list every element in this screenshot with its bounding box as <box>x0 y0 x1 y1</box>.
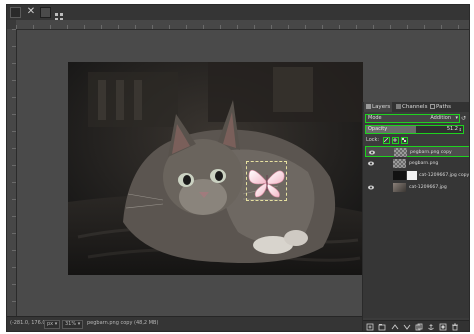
ruler-corner[interactable] <box>7 20 16 29</box>
opacity-value: 51.2 <box>446 126 458 132</box>
layer-thumbnail <box>393 183 406 192</box>
layer-row-cat[interactable]: cat-1209667.jpg <box>365 182 469 193</box>
layer-name: cat-1209667.jpg <box>409 185 447 190</box>
reset-mode-icon[interactable]: ↺ <box>461 114 467 123</box>
duplicate-layer-icon[interactable] <box>415 323 423 331</box>
lower-layer-icon[interactable] <box>403 323 411 331</box>
lock-row: Lock: <box>365 136 465 145</box>
vertical-ruler[interactable] <box>7 29 17 317</box>
layer-thumbnail <box>394 148 407 157</box>
layer-thumbnail <box>393 171 406 180</box>
opacity-slider[interactable]: Opacity 51.2 ⇕ <box>365 125 464 134</box>
layers-dock-footer <box>363 320 469 331</box>
close-icon[interactable]: ✕ <box>25 6 37 18</box>
layer-name: cat-1209667.jpg copy <box>419 173 470 178</box>
horizontal-ruler[interactable] <box>16 20 469 30</box>
lock-alpha-icon[interactable] <box>401 137 408 144</box>
grid-icon[interactable] <box>54 7 64 21</box>
tab-paths[interactable]: Paths <box>428 102 453 112</box>
layers-tab-icon <box>366 104 371 109</box>
selection-marquee[interactable] <box>246 161 287 201</box>
eye-icon[interactable] <box>368 161 374 166</box>
tab-layers[interactable]: Layers <box>364 102 393 112</box>
eye-icon-hidden[interactable] <box>368 173 374 178</box>
dock-tab-bar: Layers Channels Paths <box>363 102 469 112</box>
layer-row-cat-copy[interactable]: cat-1209667.jpg copy <box>365 170 470 181</box>
paths-tab-icon <box>430 104 435 109</box>
new-layer-icon[interactable] <box>366 323 374 331</box>
unit-select[interactable]: px ▾ <box>44 320 61 329</box>
layer-row-pegbarn[interactable]: pegbarn.png <box>365 158 469 169</box>
gimp-window: ✕ (-281.0, 176.0) px ▾ 31% ▾ pegbarn.png… <box>6 4 470 332</box>
new-layer-group-icon[interactable] <box>378 323 386 331</box>
raise-layer-icon[interactable] <box>391 323 399 331</box>
mode-value: Addition <box>430 115 451 121</box>
image-tab-thumbnail[interactable] <box>10 7 21 18</box>
layer-name: pegbarn.png <box>409 161 439 166</box>
mode-label: Mode <box>368 115 382 121</box>
chevron-down-icon: ▾ <box>455 115 458 121</box>
add-mask-icon[interactable] <box>439 323 447 331</box>
anchor-layer-icon[interactable] <box>427 323 435 331</box>
layers-dock: Layers Channels Paths Mode Addition ▾ ↺ … <box>362 102 470 331</box>
tab-channels[interactable]: Channels <box>394 102 429 112</box>
pointer-coordinates: (-281.0, 176.0) <box>10 320 48 326</box>
image-tab-thumbnail-2[interactable] <box>40 7 51 18</box>
eye-icon[interactable] <box>368 185 374 190</box>
image-tab-strip: ✕ <box>7 5 469 21</box>
layer-mask-thumbnail <box>407 171 417 180</box>
layer-row-pegbarn-copy[interactable]: pegbarn.png copy <box>365 146 469 157</box>
channels-tab-icon <box>396 104 401 109</box>
delete-layer-icon[interactable] <box>451 323 459 331</box>
lock-pixels-icon[interactable] <box>383 137 390 144</box>
spin-arrows-icon[interactable]: ⇕ <box>459 126 462 133</box>
layer-thumbnail <box>393 159 406 168</box>
eye-icon[interactable] <box>369 150 375 155</box>
layer-name: pegbarn.png copy <box>410 150 452 155</box>
cat-photo-image <box>68 62 363 275</box>
layer-mode-select[interactable]: Mode Addition ▾ <box>365 114 460 123</box>
lock-position-icon[interactable] <box>392 137 399 144</box>
active-layer-info: pegbarn.png copy (48,2 MB) <box>87 320 159 326</box>
layers-list: pegbarn.png copy pegbarn.png cat-1209667… <box>363 146 470 318</box>
image-canvas[interactable] <box>68 62 363 275</box>
zoom-select[interactable]: 31% ▾ <box>62 320 84 329</box>
opacity-label: Opacity <box>368 126 388 132</box>
lock-label: Lock: <box>366 137 380 143</box>
